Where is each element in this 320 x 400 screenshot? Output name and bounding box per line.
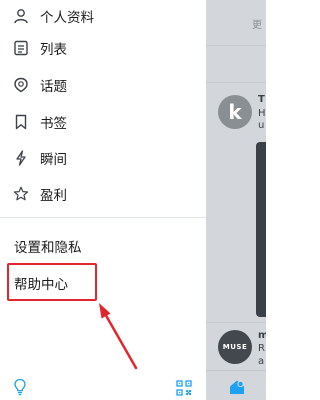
timeline-divider	[206, 322, 266, 323]
menu-item-label: 盈利	[40, 188, 67, 204]
topic-icon	[12, 76, 30, 94]
menu-item-label: 话题	[40, 79, 67, 95]
list-icon	[12, 39, 30, 57]
help-center-highlight-box	[7, 263, 97, 301]
menu-item-label: 列表	[40, 42, 67, 58]
drawer-bottom-bar	[0, 372, 206, 400]
tab-bar-divider	[206, 370, 266, 371]
tweet-text: H	[258, 108, 266, 119]
menu-item-label: 个人资料	[40, 10, 94, 26]
timeline-divider	[206, 45, 266, 46]
lightning-icon	[12, 149, 30, 167]
lightbulb-icon[interactable]	[12, 378, 28, 396]
tweet-author: T	[258, 94, 265, 105]
star-icon	[12, 185, 30, 203]
menu-item-lists[interactable]: 列表	[0, 30, 206, 66]
tweet-avatar[interactable]: MUSE	[218, 330, 252, 364]
timeline-backdrop: 更 k T H u MUSE m R a	[206, 0, 266, 400]
menu-item-monetization[interactable]: 盈利	[0, 176, 206, 212]
timeline-top-text: 更	[252, 20, 262, 31]
menu-item-label: 书签	[40, 116, 67, 132]
tweet-text: a	[258, 356, 265, 367]
qr-code-icon[interactable]	[176, 380, 192, 396]
menu-item-bookmarks[interactable]: 书签	[0, 104, 206, 140]
settings-privacy-link[interactable]: 设置和隐私	[14, 236, 82, 256]
timeline-divider	[206, 82, 266, 83]
menu-item-profile[interactable]: 个人资料	[0, 0, 206, 34]
tweet-avatar[interactable]: k	[218, 95, 252, 129]
menu-item-topics[interactable]: 话题	[0, 67, 206, 103]
menu-divider	[0, 217, 206, 218]
tweet-text: R	[258, 343, 265, 354]
menu-item-label: 瞬间	[40, 152, 67, 168]
navigation-drawer: 个人资料 列表 话题 书签 瞬间 盈利 设置和隐私 帮助中心	[0, 0, 206, 400]
menu-item-moments[interactable]: 瞬间	[0, 140, 206, 176]
tweet-text: u	[258, 120, 265, 131]
home-icon[interactable]	[228, 378, 246, 396]
tweet-author: m	[258, 330, 266, 341]
bookmark-icon	[12, 113, 30, 131]
tweet-media[interactable]	[256, 142, 266, 317]
person-icon	[12, 7, 30, 25]
